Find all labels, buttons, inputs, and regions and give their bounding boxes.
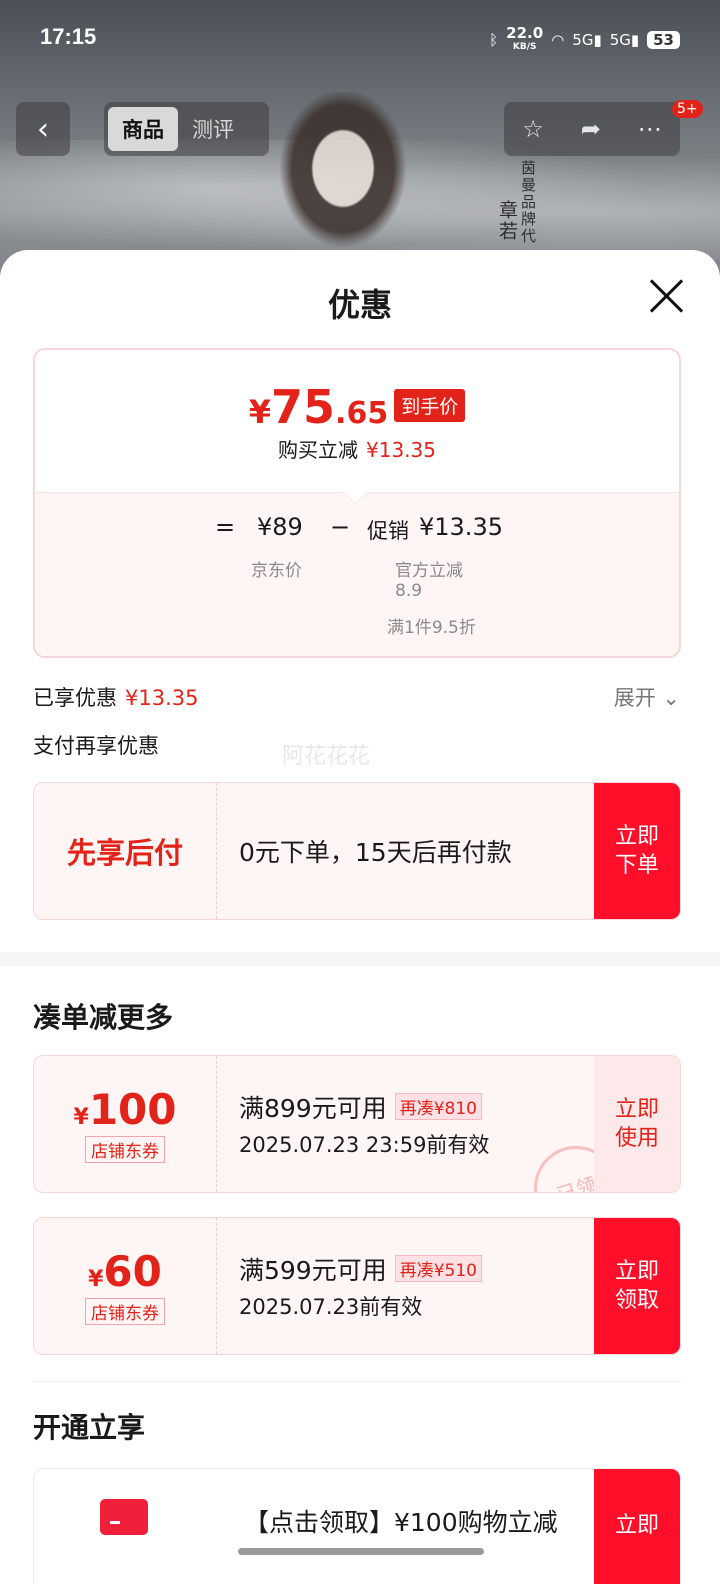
- expand-button[interactable]: 展开 ⌄: [614, 682, 680, 712]
- close-icon[interactable]: [646, 276, 686, 316]
- coupon-condition: 满899元可用: [239, 1094, 387, 1123]
- discount-sheet: 优惠 ¥75.65 到手价 购买立减 ¥13.35 = ¥89 − 促销 ¥13.3…: [0, 250, 720, 1584]
- payment-offers-title: 支付再享优惠: [33, 734, 159, 758]
- bnpl-order-button[interactable]: 立即下单: [594, 783, 680, 919]
- more-icon[interactable]: ⋯: [638, 115, 662, 143]
- network-speed: 22.0 KB/S: [506, 24, 544, 53]
- price-formula-section: = ¥89 − 促销 ¥13.35 京东价 官方立减 8.9 满1件9.5折: [35, 480, 679, 656]
- wifi-icon: ◠: [551, 31, 565, 49]
- coupon-type-tag: 店铺东券: [85, 1136, 165, 1163]
- home-indicator[interactable]: [238, 1548, 484, 1555]
- battery-indicator: 53: [647, 31, 680, 49]
- final-price-tag: 到手价: [394, 389, 466, 422]
- status-icons: ᛒ 22.0 KB/S ◠ 5G▮ 5G▮ 53: [489, 26, 680, 54]
- final-price: ¥75.65 到手价: [35, 380, 679, 434]
- coupon-gap-chip: 再凑¥510: [394, 1255, 482, 1282]
- official-reduction-label: 官方立减: [395, 561, 463, 581]
- bnpl-card: 先享后付 0元下单，15天后再付款 立即下单: [33, 782, 681, 920]
- share-icon[interactable]: ➦: [581, 115, 601, 143]
- discount-condition: 满1件9.5折: [387, 618, 476, 638]
- more-discount-title: 凑单减更多: [33, 1001, 174, 1034]
- status-time: 17:15: [40, 24, 97, 49]
- bnpl-description: 0元下单，15天后再付款: [239, 838, 512, 867]
- membership-title: 开通立享: [33, 1411, 146, 1444]
- coupon-amount: ¥100: [73, 1085, 177, 1134]
- coupon-validity: 2025.07.23前有效: [239, 1295, 423, 1319]
- bnpl-title: 先享后付: [66, 836, 183, 870]
- membership-offer-text: 【点击领取】¥100购物立减: [244, 1508, 558, 1537]
- price-breakdown-card: ¥75.65 到手价 购买立减 ¥13.35 = ¥89 − 促销 ¥13.35 京…: [33, 348, 681, 658]
- membership-offer-card: 【点击领取】¥100购物立减 立即: [33, 1468, 681, 1584]
- coupon-card: ¥100 店铺东券 满899元可用 再凑¥810 2025.07.23 23:59…: [33, 1055, 681, 1193]
- coupon-condition: 满599元可用: [239, 1256, 387, 1285]
- credit-card-icon: [100, 1499, 148, 1535]
- promo-label: 促销: [367, 519, 409, 543]
- purchase-reduction: 购买立减 ¥13.35: [278, 438, 436, 462]
- back-button[interactable]: ‹: [16, 102, 70, 156]
- top-actions: ☆ ➦ ⋯: [504, 102, 680, 156]
- bluetooth-icon: ᛒ: [489, 31, 499, 49]
- tab-review[interactable]: 测评: [178, 107, 248, 151]
- signal-5g-icon: 5G▮: [572, 31, 602, 49]
- coupon-gap-chip: 再凑¥810: [394, 1093, 482, 1120]
- model-photo: [268, 92, 418, 262]
- enjoyed-discount: 已享优惠 ¥13.35: [33, 686, 199, 710]
- tab-product[interactable]: 商品: [108, 107, 178, 151]
- chevron-left-icon: ‹: [37, 111, 49, 147]
- product-tabs: 商品 测评: [104, 102, 269, 156]
- promo-amount: ¥13.35: [419, 513, 503, 541]
- official-reduction-value: 8.9: [395, 581, 423, 601]
- star-icon[interactable]: ☆: [522, 115, 544, 143]
- status-bar: 17:15 ᛒ 22.0 KB/S ◠ 5G▮ 5G▮ 53: [40, 22, 680, 58]
- sheet-title: 优惠: [327, 286, 392, 324]
- brand-vertical-text: 茵曼品牌代: [519, 160, 537, 245]
- watermark: 阿花花花: [282, 744, 371, 769]
- chevron-down-icon: ⌄: [662, 686, 680, 710]
- final-price-section: ¥75.65 到手价 购买立减 ¥13.35: [35, 350, 679, 492]
- signal-5g-icon-2: 5G▮: [609, 31, 640, 49]
- use-coupon-button[interactable]: 立即使用: [594, 1056, 680, 1192]
- section-separator: [33, 1381, 681, 1382]
- message-badge: 5+: [672, 100, 703, 118]
- coupon-type-tag: 店铺东券: [85, 1298, 165, 1325]
- coupon-validity: 2025.07.23 23:59前有效: [239, 1133, 490, 1157]
- name-vertical-text: 章若: [496, 200, 518, 242]
- coupon-amount: ¥60: [88, 1247, 162, 1296]
- coupon-card: ¥60 店铺东券 满599元可用 再凑¥510 2025.07.23前有效 立即领…: [33, 1217, 681, 1355]
- jd-price: ¥89: [257, 513, 303, 541]
- claim-coupon-button[interactable]: 立即领取: [594, 1218, 680, 1354]
- jd-price-label: 京东价: [251, 561, 302, 581]
- section-divider: [0, 952, 720, 966]
- membership-claim-button[interactable]: 立即: [594, 1469, 680, 1584]
